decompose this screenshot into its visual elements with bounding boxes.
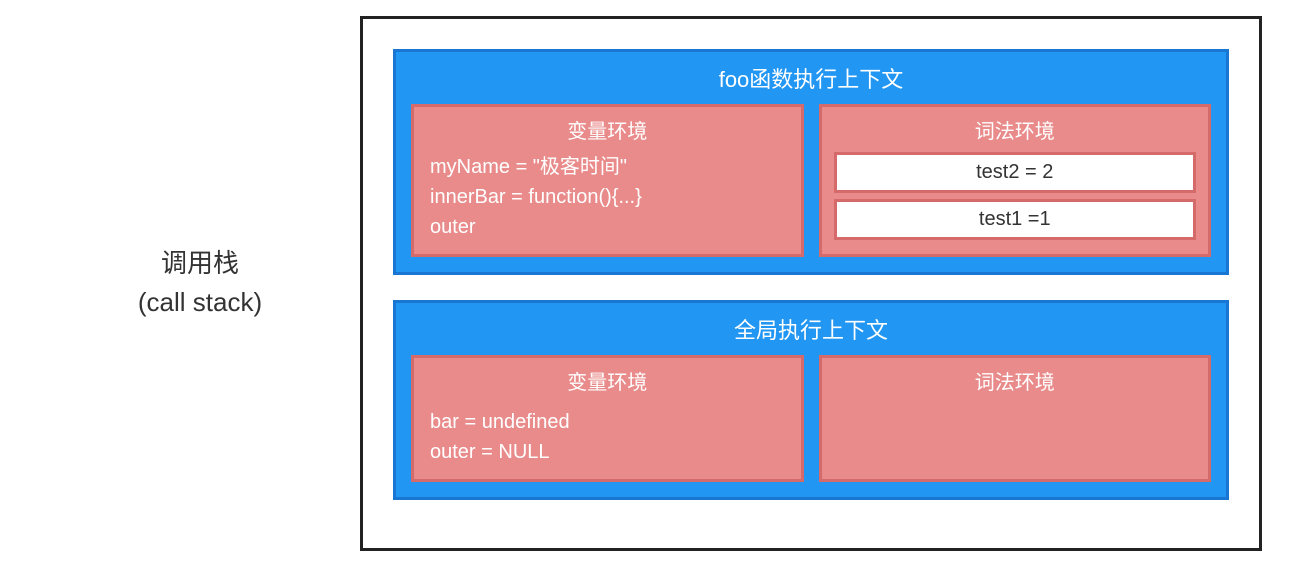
foo-env-row: 变量环境 myName = "极客时间" innerBar = function… bbox=[411, 104, 1211, 257]
global-var-env-content: bar = undefined outer = NULL bbox=[426, 407, 789, 467]
label-line2: (call stack) bbox=[40, 283, 360, 322]
var-line: myName = "极客时间" bbox=[430, 152, 789, 182]
foo-lex-env-title: 词法环境 bbox=[834, 115, 1197, 144]
foo-var-env-title: 变量环境 bbox=[426, 115, 789, 144]
global-lex-env-title: 词法环境 bbox=[834, 366, 1197, 395]
call-stack-frame: foo函数执行上下文 变量环境 myName = "极客时间" innerBar… bbox=[360, 16, 1262, 551]
foo-lex-items: test2 = 2 test1 =1 bbox=[834, 152, 1197, 240]
global-lex-env: 词法环境 bbox=[819, 355, 1212, 482]
foo-context-title: foo函数执行上下文 bbox=[411, 62, 1211, 94]
global-env-row: 变量环境 bar = undefined outer = NULL 词法环境 bbox=[411, 355, 1211, 482]
call-stack-label: 调用栈 (call stack) bbox=[40, 244, 360, 322]
var-line: innerBar = function(){...} bbox=[430, 182, 789, 212]
global-context-title: 全局执行上下文 bbox=[411, 313, 1211, 345]
foo-var-env-content: myName = "极客时间" innerBar = function(){..… bbox=[426, 152, 789, 242]
foo-context: foo函数执行上下文 变量环境 myName = "极客时间" innerBar… bbox=[393, 49, 1229, 275]
foo-var-env: 变量环境 myName = "极客时间" innerBar = function… bbox=[411, 104, 804, 257]
var-line: bar = undefined bbox=[430, 407, 789, 437]
foo-lex-env: 词法环境 test2 = 2 test1 =1 bbox=[819, 104, 1212, 257]
global-var-env: 变量环境 bar = undefined outer = NULL bbox=[411, 355, 804, 482]
label-line1: 调用栈 bbox=[40, 244, 360, 283]
var-line: outer bbox=[430, 212, 789, 242]
lex-item: test2 = 2 bbox=[834, 152, 1197, 193]
var-line: outer = NULL bbox=[430, 437, 789, 467]
global-var-env-title: 变量环境 bbox=[426, 366, 789, 395]
lex-item: test1 =1 bbox=[834, 199, 1197, 240]
global-context: 全局执行上下文 变量环境 bar = undefined outer = NUL… bbox=[393, 300, 1229, 500]
